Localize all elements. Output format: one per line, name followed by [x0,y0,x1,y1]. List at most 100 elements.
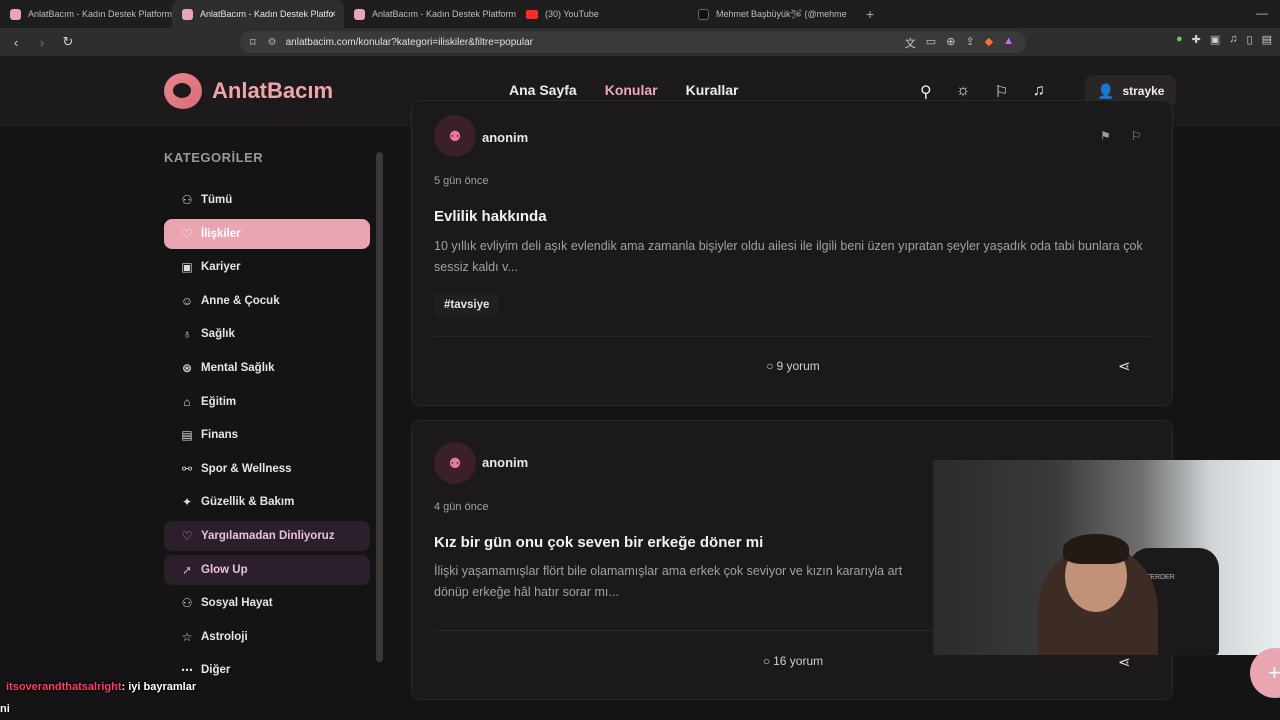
comment-count[interactable]: ○ 9 yorum [412,359,1174,373]
sidebar-item-label: Güzellik & Bakım [201,496,295,509]
comment-bubble-icon: ○ [762,654,771,668]
music-icon[interactable]: ♫ [1229,33,1237,46]
sidebar-item-label: Diğer [201,664,231,677]
sidebar-item-label: Spor & Wellness [201,462,292,475]
sparkles-icon: ✦ [181,495,193,510]
sidebar-item-social-life[interactable]: ⚇ Sosyal Hayat [164,588,370,618]
sidebar-toggle-icon[interactable]: ▯ [1247,33,1253,46]
sidebar-item-label: İlişkiler [201,227,241,240]
zoom-icon[interactable]: ⊕ [946,35,955,51]
add-post-button[interactable]: + [1250,648,1280,698]
sidebar-item-non-judgmental[interactable]: ♡ Yargılamadan Dinliyoruz [164,520,370,551]
translate-icon[interactable]: 文 [905,35,916,51]
comment-count-label: 16 yorum [773,654,824,668]
anonymous-avatar-icon: ⚉ [434,115,476,157]
theme-toggle-sun-icon[interactable]: ☼ [956,82,971,102]
report-flag-icon[interactable]: ⚐ [1131,129,1142,143]
sidebar-item-label: Eğitim [201,395,237,408]
back-arrow-icon[interactable]: ‹ [6,35,26,50]
brave-shield-icon[interactable]: ◆ [985,35,993,51]
chat-text: : iyi bayramlar [121,681,197,693]
username: strayke [1122,84,1165,98]
bookmark-page-icon[interactable]: ⌑ [250,36,256,49]
post-author[interactable]: anonim [482,455,528,470]
youtube-favicon-icon [526,9,538,19]
share-icon[interactable]: ⇪ [965,35,974,51]
chat-username: itsoverandthatsalright [6,681,122,693]
reload-icon[interactable]: ↻ [58,34,78,50]
sidebar-item-mental-health[interactable]: ⊛ Mental Sağlık [164,353,370,383]
browser-tab[interactable]: AnlatBacım - Kadın Destek Platformu [344,0,516,28]
user-icon: 👤 [1097,82,1115,99]
sidebar-item-label: Anne & Çocuk [201,294,280,307]
cast-icon[interactable]: ▭ [926,35,936,51]
comment-count[interactable]: ○ 16 yorum [412,654,1174,668]
sidebar-item-beauty-care[interactable]: ✦ Güzellik & Bakım [164,487,370,517]
wallet-icon: ▤ [181,428,193,443]
dumbbell-icon: ⚯ [181,461,193,476]
graduation-cap-icon: ⌂ [183,394,191,409]
screenshot-icon[interactable]: ▣ [1210,33,1220,46]
bookmarks-icon[interactable]: ⚐ [994,82,1008,102]
browser-tab[interactable]: (30) YouTube [516,0,688,28]
puzzle-extensions-icon[interactable]: ✚ [1192,33,1201,46]
notifications-bell-icon[interactable]: ♫ [1033,82,1045,102]
star-icon: ☆ [181,629,193,644]
sidebar-item-career[interactable]: ▣ Kariyer [164,252,370,282]
sidebar-item-all[interactable]: ⚇ Tümü [164,185,370,215]
sidebar-item-mother-child[interactable]: ☺ Anne & Çocuk [164,286,370,316]
comment-count-label: 9 yorum [776,359,820,373]
url-text[interactable]: anlatbacim.com/konular?kategori=iliskile… [286,37,533,48]
sidebar-item-label: Sosyal Hayat [201,597,273,610]
sidebar-item-relationships[interactable]: ♡ İlişkiler [164,218,370,249]
chat-heart-logo-icon [164,73,202,109]
browser-tab[interactable]: Mehmet Başbüyük🛩 (@mehme [688,0,860,28]
post-tag[interactable]: #tavsiye [434,293,500,317]
tab-close-icon[interactable]: × [330,9,336,20]
sidebar-item-label: Mental Sağlık [201,361,275,374]
extension-icon[interactable]: ● [1176,33,1183,46]
tab-title: AnlatBacım - Kadın Destek Platformu [372,9,516,19]
site-info-icon[interactable]: ⚙ [268,37,277,48]
tab-title: AnlatBacım - Kadın Destek Platformu [28,9,172,19]
site-favicon-icon [10,8,21,20]
browser-tab[interactable]: AnlatBacım - Kadın Destek Platformu [0,0,172,28]
site-favicon-icon [182,8,193,20]
sidebar-item-label: Kariyer [201,261,241,274]
sidebar-title: KATEGORİLER [164,150,264,165]
sidebar-item-finance[interactable]: ▤ Finans [164,420,370,450]
sidebar-item-label: Sağlık [201,328,235,341]
search-icon[interactable]: ⚲ [920,82,932,102]
heart-handshake-icon: ♡ [181,528,193,543]
sidebar-item-astrology[interactable]: ☆ Astroloji [164,622,370,652]
new-tab-button[interactable]: + [866,6,874,22]
bookmark-post-icon[interactable]: ⚑ [1100,129,1111,143]
share-icon[interactable]: ⋖ [1118,357,1131,375]
briefcase-icon: ▣ [181,260,193,275]
window-minimize-button[interactable]: — [1256,6,1268,20]
rocket-icon: ➚ [181,562,193,577]
browser-tab-active[interactable]: AnlatBacım - Kadın Destek Platfo × [172,0,344,28]
baby-icon: ☺ [180,293,194,308]
post-title[interactable]: Evlilik hakkında [434,208,547,225]
post-title[interactable]: Kız bir gün onu çok seven bir erkeğe dön… [434,534,763,551]
logo-text: AnlatBacım [212,78,334,103]
brave-rewards-icon[interactable]: ▲ [1003,35,1014,51]
sidebar-item-health[interactable]: ♁ Sağlık [164,319,370,349]
share-icon[interactable]: ⋖ [1118,653,1131,671]
address-bar[interactable]: ⌑ ⚙ anlatbacim.com/konular?kategori=ilis… [240,31,1026,53]
sidebar-item-glow-up[interactable]: ➚ Glow Up [164,554,370,585]
site-favicon-icon [354,8,365,20]
chat-message-fragment: ni [0,703,10,715]
sidebar-scrollbar[interactable] [376,152,383,662]
forward-arrow-icon[interactable]: › [32,35,52,50]
post-author[interactable]: anonim [482,130,528,145]
wallet-icon[interactable]: ▤ [1262,33,1272,46]
sidebar-item-sport-wellness[interactable]: ⚯ Spor & Wellness [164,454,370,484]
sidebar-item-education[interactable]: ⌂ Eğitim [164,387,370,417]
browser-tab-strip: AnlatBacım - Kadın Destek Platformu Anla… [0,0,1280,28]
site-logo[interactable]: AnlatBacım [164,73,333,109]
header-actions: ⚲ ☼ ⚐ ♫ [920,82,1045,102]
streamer-hair [1063,534,1129,564]
post-card[interactable]: ⚉ anonim ⚑ ⚐ 5 gün önce Evlilik hakkında… [411,100,1173,406]
